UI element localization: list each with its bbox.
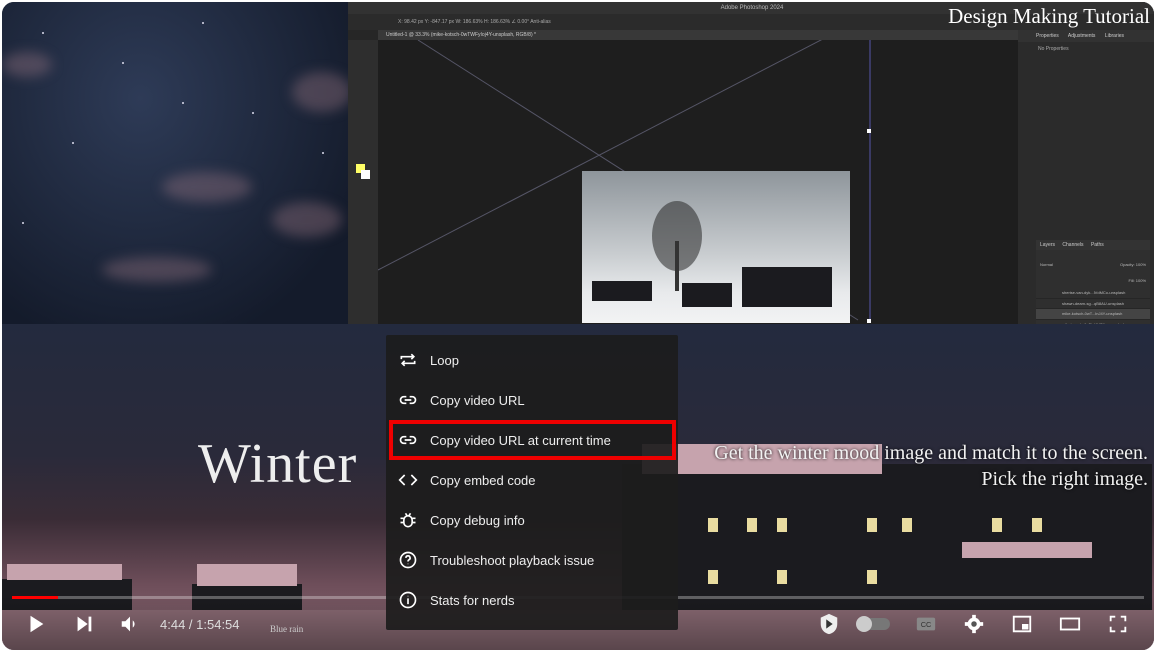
layer-row: mike-kotsch-0wT...InJ4Y-unsplash (1036, 309, 1150, 320)
cc-icon: CC (916, 617, 936, 631)
skip-next-icon (77, 616, 92, 632)
chapter-overlay-text: Blue rain (270, 624, 304, 634)
document-tab: Untitled-1 @ 33.3% (mike-kotsch-0wTWFyIo… (378, 30, 1018, 40)
tab-layers: Layers (1040, 242, 1056, 248)
menu-label: Troubleshoot playback issue (430, 552, 595, 568)
layer-row: sherise-van-dyk...IVdMCo-unsplash (1036, 288, 1150, 299)
mute-button[interactable] (118, 612, 142, 636)
pause-icon (856, 616, 872, 632)
tab-channels: Channels (1062, 242, 1084, 248)
panels: Properties Adjustments Libraries No Prop… (1018, 30, 1154, 414)
opacity: Opacity: 100% (1119, 262, 1146, 267)
code-icon (398, 474, 418, 486)
no-properties: No Properties (1038, 46, 1069, 52)
channel-brand: Design Making Tutorial (948, 4, 1150, 28)
gear-icon (964, 614, 984, 634)
winter-image-layer (582, 171, 850, 323)
menu-item-copy-debug-info[interactable]: Copy debug info (386, 500, 678, 540)
sponsor-shield-button[interactable] (815, 609, 843, 639)
theater-icon (1059, 617, 1081, 631)
autoplay-toggle[interactable] (856, 612, 891, 636)
menu-label: Copy video URL (430, 392, 525, 408)
menu-item-copy-video-url[interactable]: Copy video URL (386, 380, 678, 420)
link-icon (399, 395, 417, 405)
volume-icon (121, 616, 135, 632)
shield-play-icon (820, 613, 838, 635)
miniplayer-icon (1012, 615, 1032, 633)
menu-item-troubleshoot-playback[interactable]: Troubleshoot playback issue (386, 540, 678, 580)
loop-icon (400, 353, 416, 367)
menu-item-loop[interactable]: Loop (386, 340, 678, 380)
link-icon (399, 435, 417, 445)
menu-label: Copy video URL at current time (430, 432, 611, 448)
info-icon (399, 591, 417, 609)
menu-label: Copy embed code (430, 472, 536, 488)
fullscreen-icon (1109, 615, 1127, 633)
fullscreen-button[interactable] (1106, 612, 1130, 636)
menu-item-copy-embed-code[interactable]: Copy embed code (386, 460, 678, 500)
play-icon (30, 615, 44, 633)
miniplayer-button[interactable] (1010, 612, 1034, 636)
layer-row: shawn-dearn-sg...qB8AU-unsplash (1036, 299, 1150, 309)
night-sky-region (2, 2, 352, 324)
menu-label: Loop (430, 352, 459, 368)
tab-properties: Properties (1036, 33, 1059, 39)
photoshop-window: Adobe Photoshop 2024 X: 98.42 px Y: -847… (348, 2, 1154, 414)
menu-item-stats-for-nerds[interactable]: Stats for nerds (386, 580, 678, 620)
canvas (378, 40, 1018, 324)
help-circle-icon (399, 551, 417, 569)
tab-adjustments: Adjustments (1067, 33, 1096, 39)
tools-panel (348, 40, 378, 324)
bug-icon (400, 512, 416, 528)
blend-mode: Normal (1040, 262, 1053, 267)
next-button[interactable] (72, 612, 96, 636)
svg-text:CC: CC (921, 620, 932, 629)
tab-libraries: Libraries (1104, 33, 1125, 39)
menu-label: Stats for nerds (430, 592, 515, 608)
caption-line-1: Get the winter mood image and match it t… (714, 442, 1148, 464)
video-title-overlay: Winter (198, 433, 358, 495)
menu-label: Copy debug info (430, 512, 525, 528)
progress-fill (12, 596, 59, 599)
menu-item-copy-video-url-at-current-time[interactable]: Copy video URL at current time (386, 420, 678, 460)
fill: Fill: 100% (1128, 278, 1146, 283)
captions-button[interactable]: CC (914, 612, 938, 636)
settings-button[interactable] (962, 612, 986, 636)
play-button[interactable] (24, 612, 48, 636)
context-menu: Loop Copy video URL Copy video URL at cu… (386, 335, 678, 630)
time-display: 4:44 / 1:54:54 (160, 617, 240, 632)
caption-line-2: Pick the right image. (981, 468, 1148, 490)
layers-panel: Layers Channels Paths Normal Opacity: 10… (1036, 240, 1150, 414)
tab-paths: Paths (1090, 242, 1104, 248)
theater-mode-button[interactable] (1058, 612, 1082, 636)
